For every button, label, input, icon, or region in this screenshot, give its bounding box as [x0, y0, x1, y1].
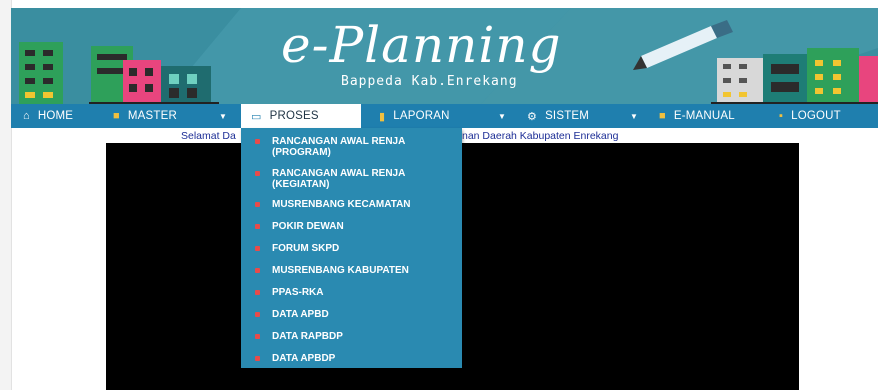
nav-master-label: MASTER: [127, 110, 177, 122]
nav-logout-label: LOGOUT: [791, 110, 841, 122]
bullet-icon: [255, 171, 260, 176]
bullet-icon: [255, 224, 260, 229]
menu-item-forum-skpd[interactable]: FORUM SKPD: [241, 243, 462, 257]
bullet-icon: [255, 139, 260, 144]
nav-home-label: HOME: [37, 110, 74, 122]
menu-item-data-rapbdp[interactable]: DATA RAPBDP: [241, 331, 462, 345]
chevron-down-icon: ▼: [219, 111, 228, 121]
bullet-icon: [255, 268, 260, 273]
bullet-icon: [255, 246, 260, 251]
home-icon: ⌂: [23, 110, 30, 122]
menu-item-musrenbang-kabupaten[interactable]: MUSRENBANG KABUPATEN: [241, 265, 462, 279]
menu-item-rancangan-program[interactable]: RANCANGAN AWAL RENJA (PROGRAM): [241, 136, 462, 160]
gear-icon: ⚙: [527, 110, 538, 123]
bullet-icon: [255, 202, 260, 207]
book-icon: ▭: [251, 110, 262, 123]
header-banner: e-Planning Bappeda Kab.Enrekang: [11, 8, 878, 104]
bar-chart-icon: ▮: [379, 110, 386, 123]
chevron-down-icon: ▼: [630, 111, 639, 121]
bullet-icon: [255, 334, 260, 339]
bullet-icon: [255, 312, 260, 317]
nav-proses[interactable]: ▭ PROSES: [241, 104, 361, 128]
chevron-down-icon: ▼: [498, 111, 507, 121]
folder-icon: ■: [113, 110, 120, 122]
menu-item-data-apbdp[interactable]: DATA APBDP: [241, 353, 462, 367]
menu-item-musrenbang-kecamatan[interactable]: MUSRENBANG KECAMATAN: [241, 199, 462, 213]
logout-icon: ▪: [779, 110, 784, 122]
bullet-icon: [255, 290, 260, 295]
page: e-Planning Bappeda Kab.Enrekang ⌂ HOME ■…: [0, 0, 885, 390]
nav-home[interactable]: ⌂ HOME: [23, 104, 73, 128]
logo-title: e-Planning: [281, 16, 562, 74]
nav-e-manual[interactable]: ■ E-MANUAL: [659, 104, 735, 128]
menu-item-rancangan-kegiatan[interactable]: RANCANGAN AWAL RENJA (KEGIATAN): [241, 168, 462, 192]
nav-logout[interactable]: ▪ LOGOUT: [779, 104, 841, 128]
nav-sistem[interactable]: ⚙ SISTEM ▼: [527, 104, 643, 128]
nav-sistem-label: SISTEM: [545, 110, 590, 122]
bullet-icon: [255, 356, 260, 361]
nav-master[interactable]: ■ MASTER ▼: [113, 104, 233, 128]
menu-item-data-apbd[interactable]: DATA APBD: [241, 309, 462, 323]
welcome-text-right: nan Daerah Kabupaten Enrekang: [462, 130, 619, 142]
main-navbar: ⌂ HOME ■ MASTER ▼ ▭ PROSES ▮ LAPORAN ▼ ⚙…: [11, 104, 878, 128]
folder-icon: ■: [659, 110, 666, 122]
nav-laporan[interactable]: ▮ LAPORAN ▼: [379, 104, 519, 128]
welcome-text-left: Selamat Da: [181, 130, 236, 142]
proses-dropdown-menu: RANCANGAN AWAL RENJA (PROGRAM) RANCANGAN…: [241, 128, 462, 368]
nav-proses-label: PROSES: [269, 110, 319, 122]
nav-laporan-label: LAPORAN: [393, 110, 450, 122]
menu-item-ppas-rka[interactable]: PPAS-RKA: [241, 287, 462, 301]
nav-e-manual-label: E-MANUAL: [673, 110, 735, 122]
logo-subtitle: Bappeda Kab.Enrekang: [341, 74, 518, 89]
menu-item-pokir-dewan[interactable]: POKIR DEWAN: [241, 221, 462, 235]
